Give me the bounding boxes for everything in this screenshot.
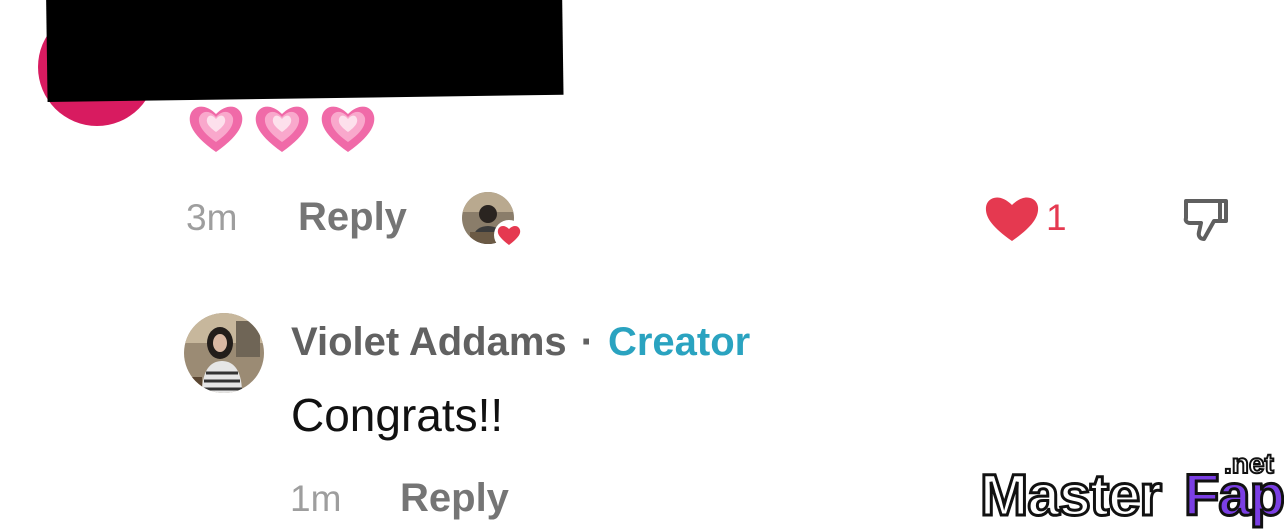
creator-avatar[interactable] [184, 313, 264, 393]
author-name[interactable]: Violet Addams [291, 320, 567, 365]
reply-button[interactable]: Reply [298, 195, 407, 240]
like-heart-icon[interactable] [984, 193, 1040, 243]
growing-heart-icon [321, 106, 375, 152]
redaction-bar [46, 0, 564, 102]
dislike-icon[interactable] [1180, 193, 1232, 245]
comment-text: Congrats!! [291, 389, 504, 441]
comment-timestamp: 3m [186, 197, 238, 238]
growing-heart-icon [255, 106, 309, 152]
like-count: 1 [1046, 197, 1067, 238]
watermark-logo: Master Fap .net [979, 447, 1284, 531]
comment-emoji-text [186, 98, 378, 158]
comment-header: Violet Addams · Creator [291, 320, 750, 365]
growing-heart-icon [189, 106, 243, 152]
reply-button[interactable]: Reply [400, 476, 509, 521]
watermark-text: Master [979, 462, 1164, 530]
watermark-domain: .net [1223, 447, 1275, 480]
comment-timestamp: 1m [290, 478, 342, 519]
heart-icon [494, 220, 524, 250]
separator-dot: · [580, 320, 594, 364]
creator-badge: Creator [607, 320, 751, 364]
creator-liked-indicator [462, 192, 524, 250]
creator-photo [184, 313, 264, 393]
